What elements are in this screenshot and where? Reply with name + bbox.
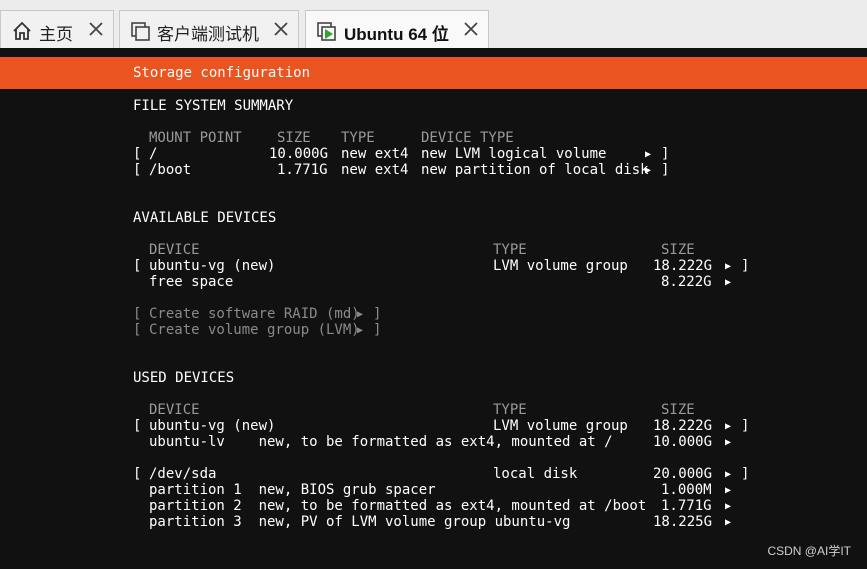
button-label: Create software RAID (md) [149,306,360,322]
device-type: new partition of local disk [421,162,649,178]
menu-arrow-icon: ▶ [725,485,732,496]
device-type: new LVM logical volume [421,146,607,162]
menu-arrow-icon: ▶ [645,149,652,160]
menu-arrow-icon: ▶ [725,437,732,448]
mount-point: / [149,146,158,162]
device-type: LVM volume group [493,418,628,434]
device-name: partition 3 new, PV of LVM volume group … [149,514,571,530]
bracket-close: ] [373,306,382,322]
menu-arrow-icon: ▶ [725,421,732,432]
device-name: partition 2 new, to be formatted as ext4… [149,498,647,514]
col-device: DEVICE [149,402,200,418]
device-size: 1.771G [661,498,712,514]
bracket-close: ] [741,418,750,434]
menu-arrow-icon: ▶ [725,469,732,480]
bracket-close: ] [661,162,670,178]
close-icon[interactable] [86,19,106,39]
tab-home[interactable]: 主页 [0,10,114,48]
section-title-fs-summary: FILE SYSTEM SUMMARY [133,98,294,114]
section-title-available: AVAILABLE DEVICES [133,210,277,226]
tab-bar-divider [0,48,867,52]
device-size: 18.222G [653,258,713,274]
device-size: 20.000G [653,466,713,482]
col-type: TYPE [493,242,527,258]
device-name: ubuntu-lv new, to be formatted as ext4, … [149,434,613,450]
device-type: local disk [493,466,578,482]
button-label: Create volume group (LVM) [149,322,360,338]
tab-label: 主页 [39,25,73,44]
size: 10.000G [269,146,329,162]
device-name: partition 1 new, BIOS grub spacer [149,482,436,498]
col-type: TYPE [493,402,527,418]
bracket-close: ] [373,322,382,338]
section-title-used: USED DEVICES [133,370,235,386]
screen-header: Storage configuration [0,57,867,89]
menu-arrow-icon: ▶ [645,165,652,176]
vm-running-icon [317,22,336,41]
size: 1.771G [277,162,328,178]
tab-ubuntu[interactable]: Ubuntu 64 位 [305,10,489,48]
bracket-open: [ [133,306,142,322]
menu-arrow-icon: ▶ [725,261,732,272]
bracket-open: [ [133,146,142,162]
bracket-open: [ [133,466,142,482]
device-size: 18.225G [653,514,713,530]
menu-arrow-icon: ▶ [357,309,364,320]
tab-label: 客户端测试机 [157,25,259,44]
bracket-close: ] [661,146,670,162]
bracket-close: ] [741,258,750,274]
bracket-open: [ [133,418,142,434]
device-size: 18.222G [653,418,713,434]
menu-arrow-icon: ▶ [357,325,364,336]
bracket-open: [ [133,162,142,178]
col-size: SIZE [277,130,311,146]
fs-type: new ext4 [341,146,409,162]
screen-title: Storage configuration [133,65,311,81]
device-type: LVM volume group [493,258,628,274]
mount-point: /boot [149,162,192,178]
col-device-type: DEVICE TYPE [421,130,514,146]
vm-icon [131,22,150,41]
bracket-open: [ [133,258,142,274]
col-device: DEVICE [149,242,200,258]
home-icon [13,21,31,40]
col-size: SIZE [661,402,695,418]
device-name: /dev/sda [149,466,217,482]
fs-type: new ext4 [341,162,409,178]
col-mount-point: MOUNT POINT [149,130,242,146]
device-size: 8.222G [661,274,712,290]
menu-arrow-icon: ▶ [725,277,732,288]
bracket-close: ] [741,466,750,482]
menu-arrow-icon: ▶ [725,517,732,528]
tab-label: Ubuntu 64 位 [344,25,449,44]
close-icon[interactable] [461,19,481,39]
tab-client-test[interactable]: 客户端测试机 [119,10,299,48]
device-name: ubuntu-vg (new) [149,418,276,434]
bracket-open: [ [133,322,142,338]
device-size: 1.000M [661,482,712,498]
col-type: TYPE [341,130,375,146]
device-name: free space [149,274,234,290]
close-icon[interactable] [271,19,291,39]
device-size: 10.000G [653,434,713,450]
watermark: CSDN @AI学IT [767,544,851,558]
device-name: ubuntu-vg (new) [149,258,276,274]
col-size: SIZE [661,242,695,258]
menu-arrow-icon: ▶ [725,501,732,512]
